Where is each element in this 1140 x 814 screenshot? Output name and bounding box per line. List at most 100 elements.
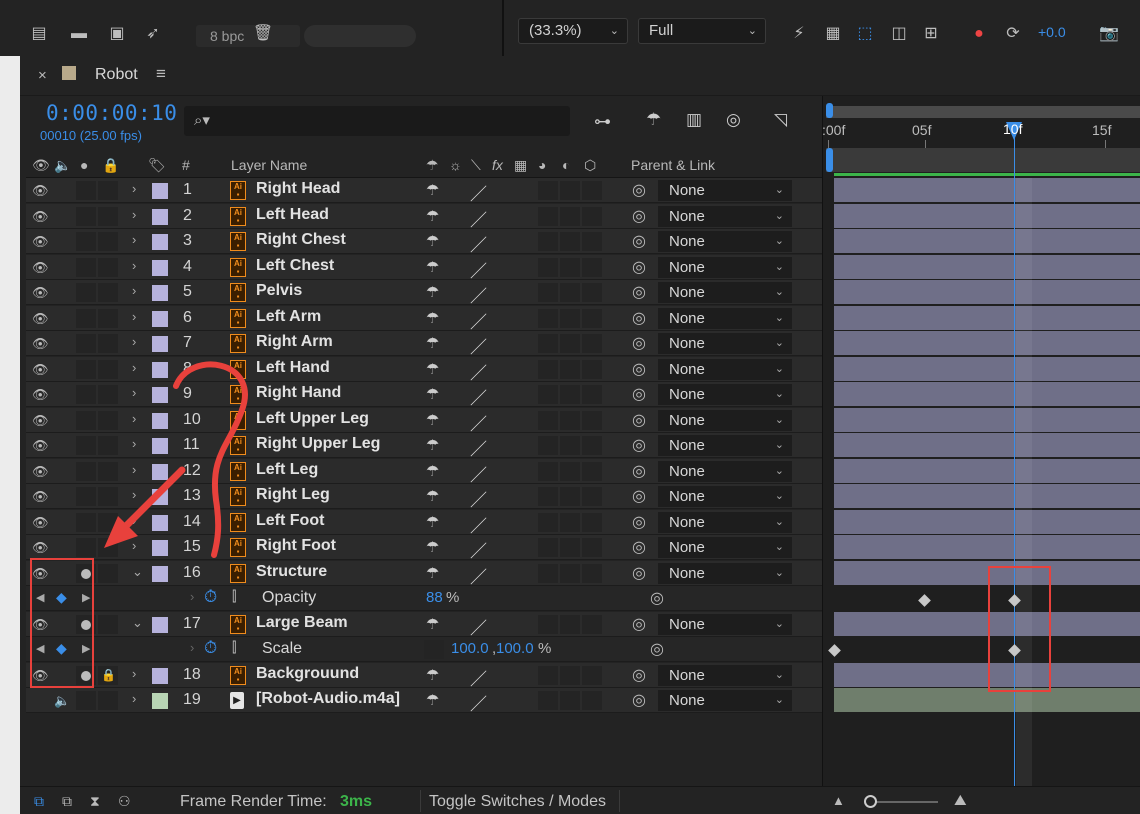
label-color-swatch[interactable] (152, 260, 168, 276)
layer-duration-bar[interactable] (834, 331, 1140, 355)
layer-name[interactable]: Backgrouund (256, 665, 359, 683)
trash-icon[interactable]: 🗑 (252, 24, 274, 44)
layer-duration-bar[interactable] (834, 535, 1140, 559)
layer-name[interactable]: Right Head (256, 180, 340, 198)
3d-cell[interactable] (582, 385, 602, 404)
pick-whip-icon[interactable]: ◎ (632, 461, 646, 481)
quality-switch-icon[interactable]: ／ (470, 384, 487, 409)
motion-blur-cell[interactable] (538, 232, 558, 251)
motion-blur-cell[interactable] (538, 283, 558, 302)
motion-blur-cell[interactable] (538, 207, 558, 226)
shy-switch-icon[interactable]: ☂ (426, 436, 439, 454)
layer-row[interactable]: 👁 ⌄ 16 Ai ▪ Structure ☂ ／ ◎ None ⌄ (26, 561, 822, 588)
layer-name[interactable]: Right Hand (256, 384, 341, 402)
pick-whip-icon[interactable]: ◎ (650, 588, 664, 608)
quality-switch-icon[interactable]: ／ (470, 614, 487, 639)
shy-switch-icon[interactable]: ☂ (426, 615, 439, 633)
adjustment-cell[interactable] (560, 232, 580, 251)
shy-switch-icon[interactable]: ☂ (426, 691, 439, 709)
expand-chevron-right-icon[interactable]: › (132, 207, 136, 222)
shy-switch-icon[interactable]: ☂ (426, 538, 439, 556)
shy-switch-icon[interactable]: ☂ (426, 564, 439, 582)
visibility-eye-icon[interactable]: 👁 (32, 413, 49, 429)
expand-chevron-right-icon[interactable]: › (132, 334, 136, 349)
shy-switch-icon[interactable]: ☂ (426, 207, 439, 225)
3d-cell[interactable] (582, 283, 602, 302)
solo-cell[interactable] (76, 207, 96, 226)
pick-whip-icon[interactable]: ◎ (650, 639, 664, 659)
interpret-footage-icon[interactable]: ▤ (28, 24, 50, 44)
render-queue-icon[interactable]: ➶ (142, 24, 164, 44)
parent-dropdown[interactable]: None ⌄ (658, 333, 792, 354)
layer-name[interactable]: Right Leg (256, 486, 330, 504)
layer-duration-bar[interactable] (834, 280, 1140, 304)
layer-duration-bar[interactable] (834, 459, 1140, 483)
lock-cell[interactable] (98, 232, 118, 251)
grid-guides-icon[interactable]: ⊞ (920, 24, 942, 44)
quality-switch-icon[interactable]: ／ (470, 333, 487, 358)
shy-switch-icon[interactable]: ☂ (426, 258, 439, 276)
pick-whip-icon[interactable]: ◎ (632, 537, 646, 557)
pick-whip-icon[interactable]: ◎ (632, 308, 646, 328)
parent-dropdown[interactable]: None ⌄ (658, 665, 792, 686)
visibility-eye-icon[interactable]: 👁 (32, 387, 49, 403)
quality-switch-icon[interactable]: ／ (470, 257, 487, 282)
layer-name[interactable]: Right Foot (256, 537, 336, 555)
in-out-pane-icon[interactable]: ⧗ (90, 793, 100, 810)
fast-preview-icon[interactable]: ⚡ (788, 24, 810, 44)
3d-cell[interactable] (582, 411, 602, 430)
adjustment-cell[interactable] (560, 207, 580, 226)
quality-switch-icon[interactable]: ／ (470, 665, 487, 690)
composition-tab-title[interactable]: Robot (95, 66, 138, 84)
quality-switch-icon[interactable]: ／ (470, 206, 487, 231)
snapshot-camera-icon[interactable]: 📷 (1098, 24, 1120, 44)
shy-switch-icon[interactable]: ☂ (426, 181, 439, 199)
opacity-value[interactable]: 88 (426, 589, 443, 606)
3d-cell[interactable] (582, 564, 602, 583)
lock-cell[interactable] (98, 283, 118, 302)
label-color-swatch[interactable] (152, 311, 168, 327)
label-color-swatch[interactable] (152, 183, 168, 199)
layer-row[interactable]: 👁 › 4 Ai ▪ Left Chest ☂ ／ ◎ None ⌄ (26, 255, 822, 282)
transparency-grid-icon[interactable]: ▦ (822, 24, 844, 44)
render-time-pane-icon[interactable]: ⚇ (118, 793, 131, 810)
visibility-eye-icon[interactable]: 👁 (32, 260, 49, 276)
motion-blur-cell[interactable] (538, 615, 558, 634)
motion-blur-cell[interactable] (538, 309, 558, 328)
visibility-eye-icon[interactable]: 👁 (32, 438, 49, 454)
work-area-bar[interactable] (826, 106, 1140, 118)
3d-cell[interactable] (582, 334, 602, 353)
expand-chevron-right-icon[interactable]: › (132, 258, 136, 273)
parent-dropdown[interactable]: None ⌄ (658, 486, 792, 507)
parent-dropdown[interactable]: None ⌄ (658, 359, 792, 380)
layer-name[interactable]: Pelvis (256, 282, 302, 300)
quality-switch-icon[interactable]: ／ (470, 308, 487, 333)
expand-chevron-right-icon[interactable]: › (132, 232, 136, 247)
motion-blur-cell[interactable] (538, 436, 558, 455)
adjustment-cell[interactable] (560, 309, 580, 328)
graph-icon[interactable]: ⫿ (232, 639, 236, 656)
pick-whip-icon[interactable]: ◎ (632, 690, 646, 710)
3d-cell[interactable] (582, 462, 602, 481)
lock-cell[interactable] (98, 181, 118, 200)
3d-cell[interactable] (582, 513, 602, 532)
layer-name[interactable]: Right Upper Leg (256, 435, 380, 453)
color-channels-icon[interactable]: ● (968, 24, 990, 44)
parent-dropdown[interactable]: None ⌄ (658, 384, 792, 405)
3d-cell[interactable] (582, 360, 602, 379)
3d-cell[interactable] (582, 258, 602, 277)
visibility-eye-icon[interactable]: 👁 (32, 285, 49, 301)
shy-switch-icon[interactable]: ☂ (426, 666, 439, 684)
shy-switch-icon[interactable]: ☂ (426, 232, 439, 250)
layer-name[interactable]: Large Beam (256, 614, 348, 632)
motion-blur-cell[interactable] (538, 538, 558, 557)
label-color-swatch[interactable] (152, 234, 168, 250)
parent-dropdown[interactable]: None ⌄ (658, 231, 792, 252)
3d-cell[interactable] (582, 487, 602, 506)
expand-chevron-right-icon[interactable]: › (132, 309, 136, 324)
adjustment-cell[interactable] (560, 564, 580, 583)
timeline-zoom-slider[interactable] (870, 801, 938, 803)
pick-whip-icon[interactable]: ◎ (632, 231, 646, 251)
layer-name[interactable]: Left Foot (256, 512, 324, 530)
quality-switch-icon[interactable]: ／ (470, 563, 487, 588)
